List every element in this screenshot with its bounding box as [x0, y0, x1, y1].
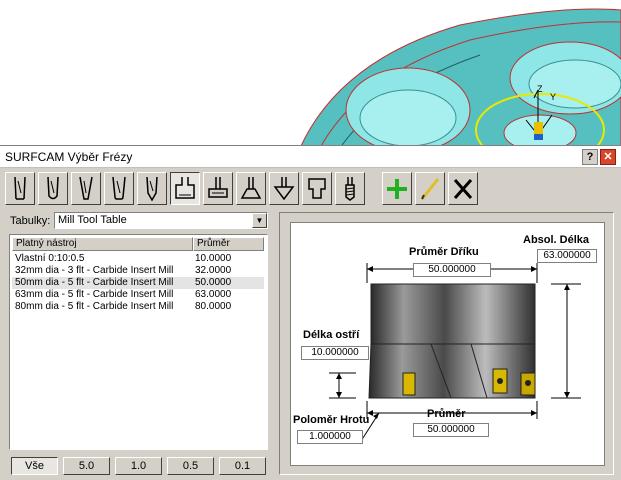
delete-tool-button[interactable] — [448, 172, 478, 205]
shank-diameter-label: Průměr Dříku — [409, 246, 479, 258]
flat-end-mill-button[interactable] — [5, 172, 35, 205]
dovetail-mill-icon — [240, 177, 262, 199]
filter-5-button[interactable]: 5.0 — [63, 457, 110, 475]
ball-end-mill-button[interactable] — [38, 172, 68, 205]
tables-label: Tabulky: — [10, 215, 51, 227]
counterbore-icon — [308, 178, 326, 199]
overall-length-value: 63.000000 — [537, 249, 597, 263]
delete-icon — [453, 179, 473, 199]
tool-preview-frame: Průměr Dříku 50.000000 Absol. Délka 63.0… — [279, 212, 614, 475]
table-row[interactable]: 63mm dia - 5 flt - Carbide Insert Mill 6… — [12, 289, 264, 301]
corner-radius-label: Poloměr Hrotu — [293, 414, 370, 426]
tool-name: 50mm dia - 5 flt - Carbide Insert Mill — [15, 277, 174, 288]
table-row-selected[interactable]: 50mm dia - 5 flt - Carbide Insert Mill 5… — [12, 277, 264, 289]
part-model-graphic: Z Y — [299, 8, 621, 148]
ball-end-mill-icon — [47, 176, 59, 200]
column-header-tool[interactable]: Platný nástroj — [12, 237, 193, 251]
face-mill-button[interactable] — [170, 172, 200, 205]
tool-list[interactable]: Platný nástroj Průměr Vlastní 0:10:0.5 1… — [9, 234, 268, 450]
chamfer-mill-button[interactable] — [137, 172, 167, 205]
filter-1-button[interactable]: 1.0 — [115, 457, 162, 475]
dovetail-mill-button[interactable] — [236, 172, 266, 205]
column-header-diameter[interactable]: Průměr — [193, 237, 264, 251]
slot-mill-icon — [208, 177, 228, 198]
tool-diameter: 63.0000 — [195, 289, 232, 300]
counterbore-button[interactable] — [302, 172, 332, 205]
tool-table-select-value: Mill Tool Table — [58, 214, 127, 226]
bull-nose-mill-button[interactable] — [104, 172, 134, 205]
tool-list-header: Platný nástroj Průměr — [12, 237, 264, 251]
tool-diameter: 32.0000 — [195, 265, 232, 276]
table-row[interactable]: 32mm dia - 3 flt - Carbide Insert Mill 3… — [12, 265, 264, 277]
diameter-label: Průměr — [427, 408, 466, 420]
dialog-titlebar[interactable]: SURFCAM Výběr Frézy ? ✕ — [0, 146, 621, 168]
tool-preview: Průměr Dříku 50.000000 Absol. Délka 63.0… — [290, 222, 605, 466]
tapered-mill-icon — [79, 176, 93, 200]
flute-length-value: 10.000000 — [301, 346, 369, 360]
tool-name: Vlastní 0:10:0.5 — [15, 253, 85, 264]
help-button[interactable]: ? — [582, 149, 598, 165]
tool-name: 63mm dia - 5 flt - Carbide Insert Mill — [15, 289, 174, 300]
tool-diameter: 10.0000 — [195, 253, 232, 264]
tool-name: 32mm dia - 3 flt - Carbide Insert Mill — [15, 265, 174, 276]
edit-icon — [420, 178, 440, 200]
filter-0-5-button[interactable]: 0.5 — [167, 457, 214, 475]
shank-diameter-value: 50.000000 — [413, 263, 491, 277]
diameter-value: 50.000000 — [413, 423, 489, 437]
tool-type-toolbar — [0, 170, 621, 208]
cad-viewport[interactable]: Z Y — [0, 0, 621, 148]
edit-tool-button[interactable] — [415, 172, 445, 205]
tool-diameter: 80.0000 — [195, 301, 232, 312]
flute-length-label: Délka ostří — [303, 329, 360, 341]
close-button[interactable]: ✕ — [600, 149, 616, 165]
overall-length-label: Absol. Délka — [523, 234, 590, 246]
chevron-down-icon[interactable]: ▼ — [252, 213, 267, 228]
tap-icon — [345, 177, 355, 201]
dialog-title: SURFCAM Výběr Frézy — [5, 150, 133, 164]
table-row[interactable]: Vlastní 0:10:0.5 10.0000 — [12, 253, 264, 265]
tapered-mill-button[interactable] — [71, 172, 101, 205]
tap-button[interactable] — [335, 172, 365, 205]
filter-0-1-button[interactable]: 0.1 — [219, 457, 266, 475]
diameter-filter-bar: Vše 5.0 1.0 0.5 0.1 — [9, 457, 271, 477]
chamfer-mill-icon — [146, 176, 158, 202]
tool-selection-dialog: SURFCAM Výběr Frézy ? ✕ Tabulky: Mill To… — [0, 145, 621, 480]
slot-mill-button[interactable] — [203, 172, 233, 205]
bull-nose-mill-icon — [112, 176, 126, 200]
tool-name: 80mm dia - 5 flt - Carbide Insert Mill — [15, 301, 174, 312]
filter-all-button[interactable]: Vše — [11, 457, 58, 475]
tool-diameter: 50.0000 — [195, 277, 232, 288]
face-mill-icon — [175, 177, 195, 199]
svg-text:Z: Z — [537, 84, 543, 94]
add-icon — [387, 179, 407, 199]
flat-end-mill-icon — [14, 176, 26, 200]
drill-icon — [273, 177, 295, 201]
svg-text:Y: Y — [550, 92, 556, 102]
table-row[interactable]: 80mm dia - 5 flt - Carbide Insert Mill 8… — [12, 301, 264, 313]
add-tool-button[interactable] — [382, 172, 412, 205]
corner-radius-value: 1.000000 — [297, 430, 363, 444]
tool-table-select[interactable]: Mill Tool Table ▼ — [54, 212, 268, 229]
drill-button[interactable] — [269, 172, 299, 205]
